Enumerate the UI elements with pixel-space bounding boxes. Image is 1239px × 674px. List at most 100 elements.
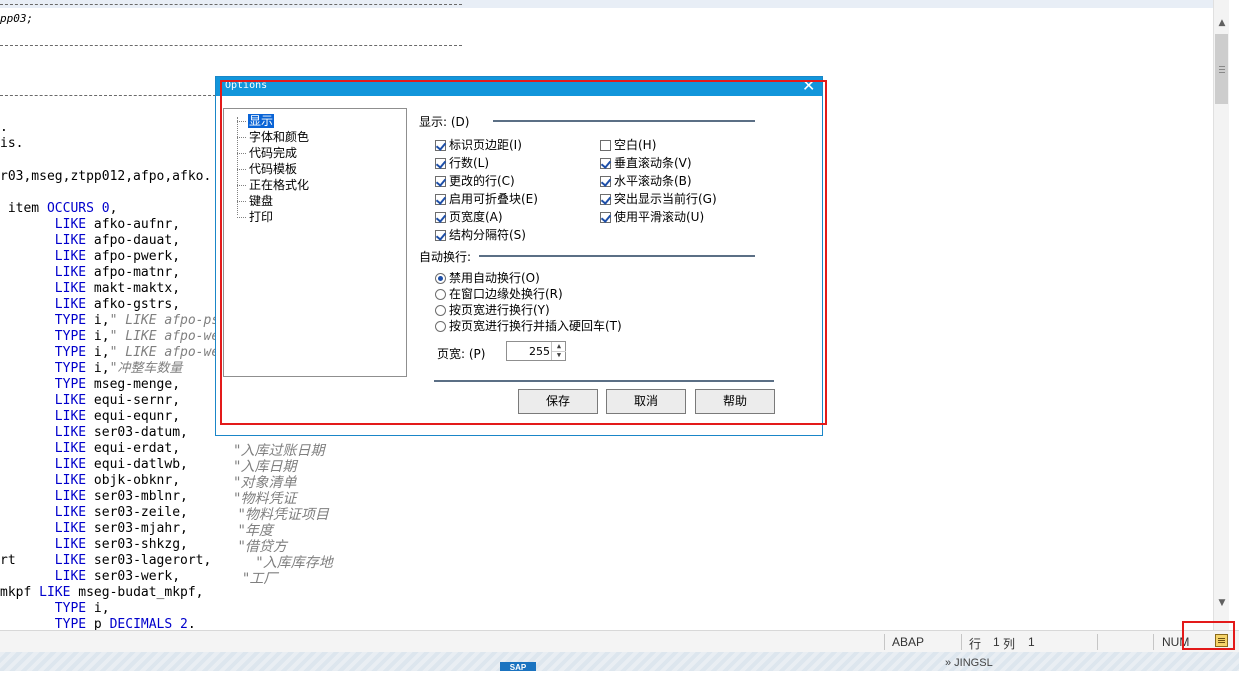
code-text: ser03-mblnr, (86, 489, 188, 504)
code-line: LIKE equi-sernr, (0, 393, 227, 409)
code-line: LIKE makt-maktx, (0, 281, 227, 297)
status-row-label: 行 (969, 637, 982, 651)
code-text: p (86, 617, 110, 630)
code-comment: "工厂 (234, 571, 278, 587)
code-line: r03,mseg,ztpp012,afpo,afko. (0, 169, 212, 184)
scroll-up-icon[interactable]: ▲ (1215, 18, 1229, 28)
scroll-thumb[interactable] (1215, 34, 1228, 104)
code-text: afpo-dauat, (86, 233, 181, 248)
code-line: LIKE afpo-matnr, (0, 265, 227, 281)
code-line: LIKE equi-equnr, (0, 409, 227, 425)
code-text: equi-erdat, (86, 441, 181, 456)
code-text: ser03-mjahr, (86, 521, 188, 536)
status-col-label: 列 (1003, 637, 1016, 651)
code-line: LIKE objk-obknr, (0, 473, 227, 489)
code-text: mseg-budat_mkpf, (70, 585, 204, 600)
comment-separator (0, 4, 462, 5)
code-text: i, (86, 329, 110, 344)
code-text: mkpf (0, 585, 40, 600)
code-text: i, (86, 313, 110, 328)
session-info: » JINGSL (945, 657, 993, 669)
code-line: TYPE i, (0, 601, 227, 617)
code-keyword: LIKE (54, 281, 87, 296)
code-comment: " LIKE afpo-wem (109, 329, 227, 344)
scroll-down-icon[interactable]: ▼ (1215, 598, 1229, 608)
code-keyword: LIKE (54, 505, 87, 520)
code-text: equi-datlwb, (86, 457, 188, 472)
code-line: LIKE ser03-mblnr, (0, 489, 227, 505)
code-keyword: LIKE (54, 537, 87, 552)
code-text: afko-aufnr, (86, 217, 181, 232)
code-line: TYPE i," LIKE afpo-wem (0, 329, 227, 345)
code-text: equi-sernr, (86, 393, 181, 408)
status-separator (884, 634, 885, 650)
editor-right-margin (1229, 0, 1239, 630)
code-line: TYPE i,"冲整车数量 (0, 361, 227, 377)
code-keyword: LIKE (54, 249, 87, 264)
code-keyword: LIKE (54, 217, 87, 232)
code-keyword: TYPE (54, 601, 87, 616)
code-text: afko-gstrs, (86, 297, 181, 312)
code-line: LIKE afko-aufnr, (0, 217, 227, 233)
code-keyword: TYPE (54, 617, 87, 630)
header-comment: pp03; (0, 12, 34, 25)
code-text: item (0, 201, 47, 216)
code-text: i, (86, 601, 110, 616)
code-line: TYPE i," LIKE afpo-wem (0, 345, 227, 361)
code-keyword: LIKE (54, 473, 87, 488)
code-text: objk-obknr, (86, 473, 181, 488)
sap-logo: SAP (500, 662, 536, 672)
code-keyword: 0 (101, 201, 110, 216)
code-keyword: OCCURS (46, 201, 94, 216)
highlight-box (1182, 621, 1235, 650)
vertical-scrollbar[interactable]: ▲ ▼ (1213, 0, 1230, 630)
code-line: TYPE mseg-menge, (0, 377, 227, 393)
code-text: i, (86, 345, 110, 360)
code-line: LIKE ser03-shkzg, (0, 537, 227, 553)
code-text: . (187, 617, 196, 630)
code-keyword: LIKE (54, 265, 87, 280)
code-line: LIKE afpo-dauat, (0, 233, 227, 249)
code-line: item OCCURS 0, (0, 201, 227, 217)
code-line: is. (0, 136, 24, 151)
code-text: mseg-menge, (86, 377, 181, 392)
code-keyword: LIKE (54, 409, 87, 424)
code-keyword: LIKE (54, 489, 87, 504)
code-text: i, (86, 361, 110, 376)
status-row-value: 1 (993, 635, 1000, 649)
code-line: LIKE ser03-zeile, (0, 505, 227, 521)
code-text: , (109, 201, 118, 216)
code-line: LIKE ser03-werk, (0, 569, 227, 585)
code-keyword: LIKE (54, 425, 87, 440)
code-keyword: TYPE (54, 329, 87, 344)
status-separator (1153, 634, 1154, 650)
code-text: rt (0, 553, 55, 568)
code-line: . (0, 120, 8, 135)
grip-icon (1219, 66, 1225, 67)
code-keyword: LIKE (54, 569, 87, 584)
status-language: ABAP (892, 635, 925, 649)
code-line: LIKE afpo-pwerk, (0, 249, 227, 265)
code-comment: "冲整车数量 (109, 361, 183, 376)
status-separator (1097, 634, 1098, 650)
highlight-box (220, 80, 827, 425)
code-block: item OCCURS 0, LIKE afko-aufnr, LIKE afp… (0, 201, 227, 630)
